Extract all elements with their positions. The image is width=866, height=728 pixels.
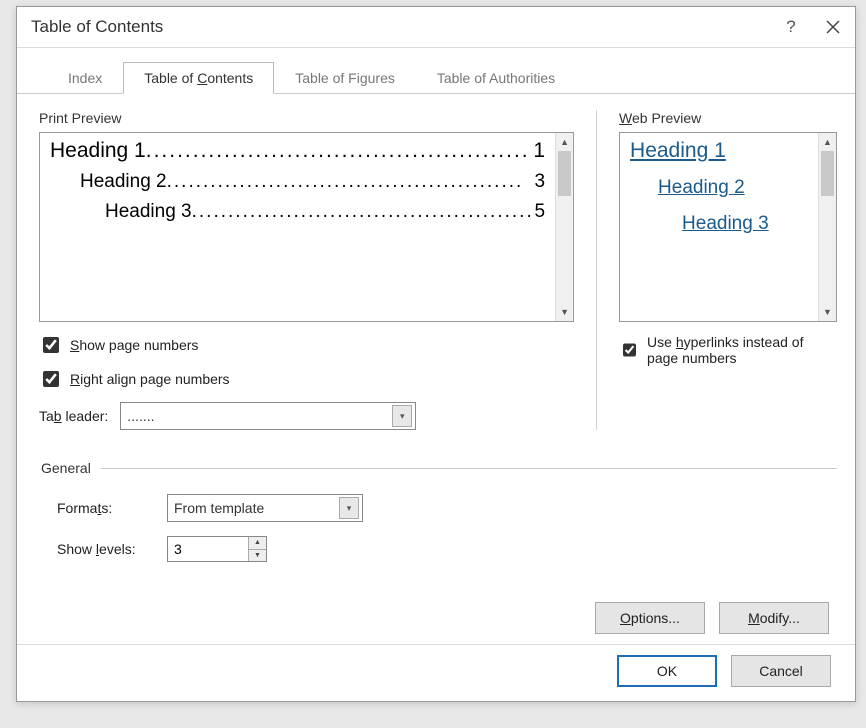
web-entry: Heading 2 (630, 177, 808, 199)
toc-page: 1 (531, 139, 545, 163)
spinner-buttons: ▲ ▼ (248, 537, 266, 561)
right-align-input[interactable] (43, 371, 59, 387)
formats-value: From template (174, 500, 339, 516)
toc-entry: Heading 3 ..............................… (50, 201, 545, 223)
scroll-track[interactable] (556, 151, 573, 303)
toc-text: Heading 1 (50, 139, 146, 163)
toc-page: 3 (532, 171, 545, 193)
scroll-up-icon[interactable]: ▲ (556, 133, 573, 151)
tab-leader-label: Tab leader: (39, 408, 108, 424)
web-preview-column: Web Preview Heading 1 Heading 2 Heading … (619, 110, 837, 430)
tab-bar: Index Table of Contents Table of Figures… (17, 48, 855, 94)
tab-table-of-contents[interactable]: Table of Contents (123, 62, 274, 94)
tab-table-of-authorities[interactable]: Table of Authorities (416, 62, 576, 94)
tab-index[interactable]: Index (47, 62, 123, 94)
checkbox-label: Show page numbers (70, 337, 198, 353)
web-preview-content: Heading 1 Heading 2 Heading 3 (620, 133, 818, 321)
toc-leader: ........................................… (192, 201, 533, 223)
column-separator (596, 110, 597, 430)
toc-text: Heading 2 (80, 171, 167, 193)
general-group: General Formats: From template ▾ Show le… (39, 460, 837, 634)
modify-button[interactable]: Modify... (719, 602, 829, 634)
show-levels-row: Show levels: 3 ▲ ▼ (39, 536, 837, 562)
web-preview-box: Heading 1 Heading 2 Heading 3 ▲ ▼ (619, 132, 837, 322)
use-hyperlinks-checkbox[interactable]: Use hyperlinks instead of page numbers (619, 334, 837, 366)
columns: Print Preview Heading 1 ................… (39, 110, 837, 430)
cancel-button[interactable]: Cancel (731, 655, 831, 687)
formats-label: Formats: (57, 500, 167, 516)
print-preview-label: Print Preview (39, 110, 574, 126)
tab-table-of-figures[interactable]: Table of Figures (274, 62, 416, 94)
scroll-down-icon[interactable]: ▼ (556, 303, 573, 321)
titlebar: Table of Contents ? (17, 7, 855, 47)
chevron-down-icon[interactable]: ▾ (339, 497, 359, 519)
general-legend: General (39, 460, 101, 476)
show-levels-spinner[interactable]: 3 ▲ ▼ (167, 536, 267, 562)
show-page-numbers-checkbox[interactable]: Show page numbers (39, 334, 574, 356)
formats-row: Formats: From template ▾ (39, 494, 837, 522)
web-preview-scrollbar[interactable]: ▲ ▼ (818, 133, 836, 321)
options-button[interactable]: Options... (595, 602, 705, 634)
toc-text: Heading 3 (105, 201, 192, 223)
formats-select[interactable]: From template ▾ (167, 494, 363, 522)
close-icon[interactable] (821, 15, 845, 39)
scroll-down-icon[interactable]: ▼ (819, 303, 836, 321)
web-entry: Heading 1 (630, 139, 808, 163)
toc-leader: ........................................… (146, 139, 532, 163)
print-preview-column: Print Preview Heading 1 ................… (39, 110, 574, 430)
web-entry: Heading 3 (630, 213, 808, 235)
toc-page: 5 (532, 201, 545, 223)
toc-entry: Heading 2 ..............................… (50, 171, 545, 193)
scroll-thumb[interactable] (821, 151, 834, 196)
web-link[interactable]: Heading 3 (682, 213, 769, 234)
tab-leader-select[interactable]: ....... ▾ (120, 402, 416, 430)
dialog-footer: OK Cancel (17, 645, 855, 701)
scroll-up-icon[interactable]: ▲ (819, 133, 836, 151)
toc-entry: Heading 1 ..............................… (50, 139, 545, 163)
toc-leader: ........................................… (167, 171, 533, 193)
print-preview-box: Heading 1 ..............................… (39, 132, 574, 322)
tab-leader-value: ....... (127, 408, 392, 424)
help-icon[interactable]: ? (779, 15, 803, 39)
show-page-numbers-input[interactable] (43, 337, 59, 353)
use-hyperlinks-input[interactable] (623, 342, 636, 358)
titlebar-buttons: ? (779, 15, 845, 39)
dialog-body: Print Preview Heading 1 ................… (17, 94, 855, 644)
scroll-track[interactable] (819, 151, 836, 303)
checkbox-label: Use hyperlinks instead of page numbers (647, 334, 837, 366)
dialog-title: Table of Contents (31, 17, 779, 37)
tab-leader-row: Tab leader: ....... ▾ (39, 402, 574, 430)
checkbox-label: Right align page numbers (70, 371, 230, 387)
right-align-checkbox[interactable]: Right align page numbers (39, 368, 574, 390)
ok-button[interactable]: OK (617, 655, 717, 687)
print-preview-content: Heading 1 ..............................… (40, 133, 555, 321)
show-levels-value[interactable]: 3 (168, 537, 248, 561)
spinner-down-icon[interactable]: ▼ (249, 550, 266, 562)
secondary-actions: Options... Modify... (39, 602, 837, 634)
show-levels-label: Show levels: (57, 541, 167, 557)
web-link[interactable]: Heading 2 (658, 177, 745, 198)
chevron-down-icon[interactable]: ▾ (392, 405, 412, 427)
web-link[interactable]: Heading 1 (630, 139, 726, 162)
print-preview-scrollbar[interactable]: ▲ ▼ (555, 133, 573, 321)
spinner-up-icon[interactable]: ▲ (249, 537, 266, 550)
scroll-thumb[interactable] (558, 151, 571, 196)
web-preview-label: Web Preview (619, 110, 837, 126)
toc-dialog: Table of Contents ? Index Table of Conte… (16, 6, 856, 702)
